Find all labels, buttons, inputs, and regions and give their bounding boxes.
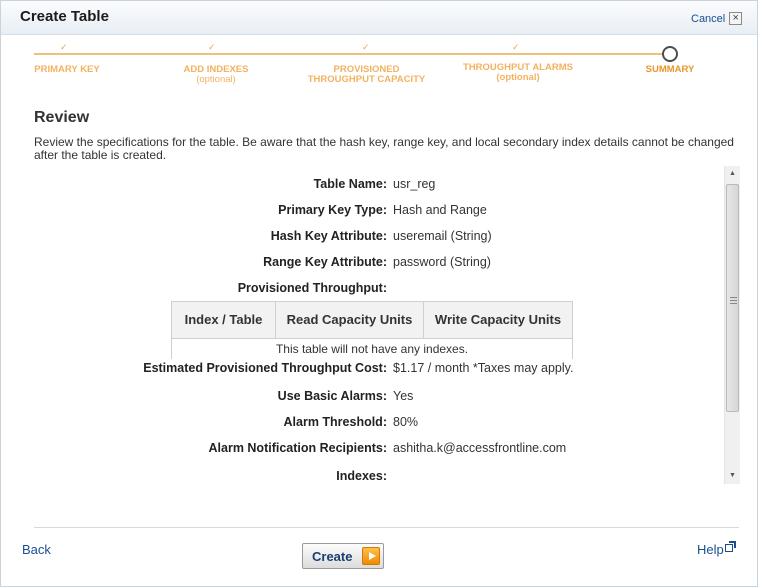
scroll-down-arrow-icon[interactable]: ▼ — [725, 468, 740, 484]
field-value: usr_reg — [393, 177, 436, 191]
wizard-step-sub: (optional) — [496, 72, 540, 83]
field-label: Hash Key Attribute: — [270, 229, 387, 243]
scrollbar-thumb[interactable] — [726, 184, 739, 412]
field-label: Range Key Attribute: — [263, 255, 387, 269]
play-arrow-icon[interactable] — [362, 547, 380, 565]
wizard-step-label: SUMMARY — [645, 64, 695, 75]
column-header-write-capacity: Write Capacity Units — [434, 312, 562, 327]
help-label[interactable]: Help — [697, 542, 724, 557]
wizard-step-summary: SUMMARY — [637, 65, 703, 75]
throughput-table-header: Index / Table Read Capacity Units Write … — [171, 301, 573, 339]
review-description: Review the specifications for the table.… — [34, 135, 734, 162]
dialog-titlebar: Create Table Cancel × — [1, 1, 757, 35]
field-label: Indexes: — [336, 469, 387, 483]
field-label: Alarm Threshold: — [283, 415, 388, 429]
column-header-read-capacity: Read Capacity Units — [276, 302, 424, 338]
back-link[interactable]: Back — [22, 542, 51, 557]
check-icon: ✓ — [512, 42, 520, 52]
create-button[interactable]: Create — [302, 543, 384, 569]
close-icon[interactable]: × — [729, 12, 743, 25]
field-value: 80% — [393, 415, 419, 429]
field-value: $1.17 / month *Taxes may apply. — [393, 361, 574, 375]
create-button-label[interactable]: Create — [312, 549, 352, 564]
field-value: Yes — [393, 389, 414, 403]
check-icon: ✓ — [60, 42, 68, 52]
wizard-step-add-indexes: ADD INDEXES (optional) — [174, 65, 258, 85]
wizard-step-primary-key: PRIMARY KEY — [34, 65, 100, 75]
field-label: Table Name: — [313, 177, 387, 191]
field-value: Hash and Range — [393, 203, 487, 217]
wizard-step-label: PRIMARY KEY — [34, 64, 100, 75]
wizard-step-sub: THROUGHPUT CAPACITY — [307, 74, 426, 85]
scrollbar-grip-icon — [730, 297, 737, 304]
dialog-title: Create Table — [20, 8, 109, 25]
field-label: Alarm Notification Recipients: — [208, 441, 388, 455]
field-label: Provisioned Throughput: — [237, 281, 387, 295]
field-value: password (String) — [393, 255, 491, 269]
cancel-button[interactable]: Cancel × — [691, 12, 743, 25]
footer-divider — [34, 527, 739, 528]
wizard-step-provisioned-throughput: PROVISIONED THROUGHPUT CAPACITY — [304, 65, 429, 85]
field-value: ashitha.k@accessfrontline.com — [393, 441, 567, 455]
review-heading: Review — [34, 109, 90, 126]
check-icon: ✓ — [208, 42, 216, 52]
throughput-table: Index / Table Read Capacity Units Write … — [171, 301, 573, 359]
scroll-up-arrow-icon[interactable]: ▲ — [725, 166, 740, 182]
wizard-step-throughput-alarms: THROUGHPUT ALARMS (optional) — [456, 63, 580, 83]
field-label: Primary Key Type: — [278, 203, 387, 217]
field-label: Estimated Provisioned Throughput Cost: — [143, 361, 387, 375]
throughput-table-empty-message: This table will not have any indexes. — [171, 339, 573, 359]
cancel-label[interactable]: Cancel — [691, 13, 725, 25]
external-link-icon[interactable] — [724, 541, 736, 552]
field-value: useremail (String) — [393, 229, 492, 243]
column-header-index-table: Index / Table — [172, 302, 276, 338]
vertical-scrollbar[interactable]: ▲ ▼ — [724, 166, 740, 484]
field-label: Use Basic Alarms: — [277, 389, 387, 403]
wizard-step-sub: (optional) — [196, 74, 236, 85]
summary-scroll-area[interactable]: Table Name: usr_reg Primary Key Type: Ha… — [34, 166, 740, 484]
create-table-dialog: Create Table Cancel × ✓ ✓ ✓ ✓ PRIMARY KE… — [0, 0, 758, 587]
check-icon: ✓ — [362, 42, 370, 52]
help-link[interactable]: Help — [697, 541, 736, 557]
current-step-circle-icon — [662, 46, 678, 62]
wizard-progress-line — [34, 53, 666, 55]
wizard-progress: ✓ ✓ ✓ ✓ PRIMARY KEY ADD INDEXES (optiona… — [34, 41, 694, 91]
